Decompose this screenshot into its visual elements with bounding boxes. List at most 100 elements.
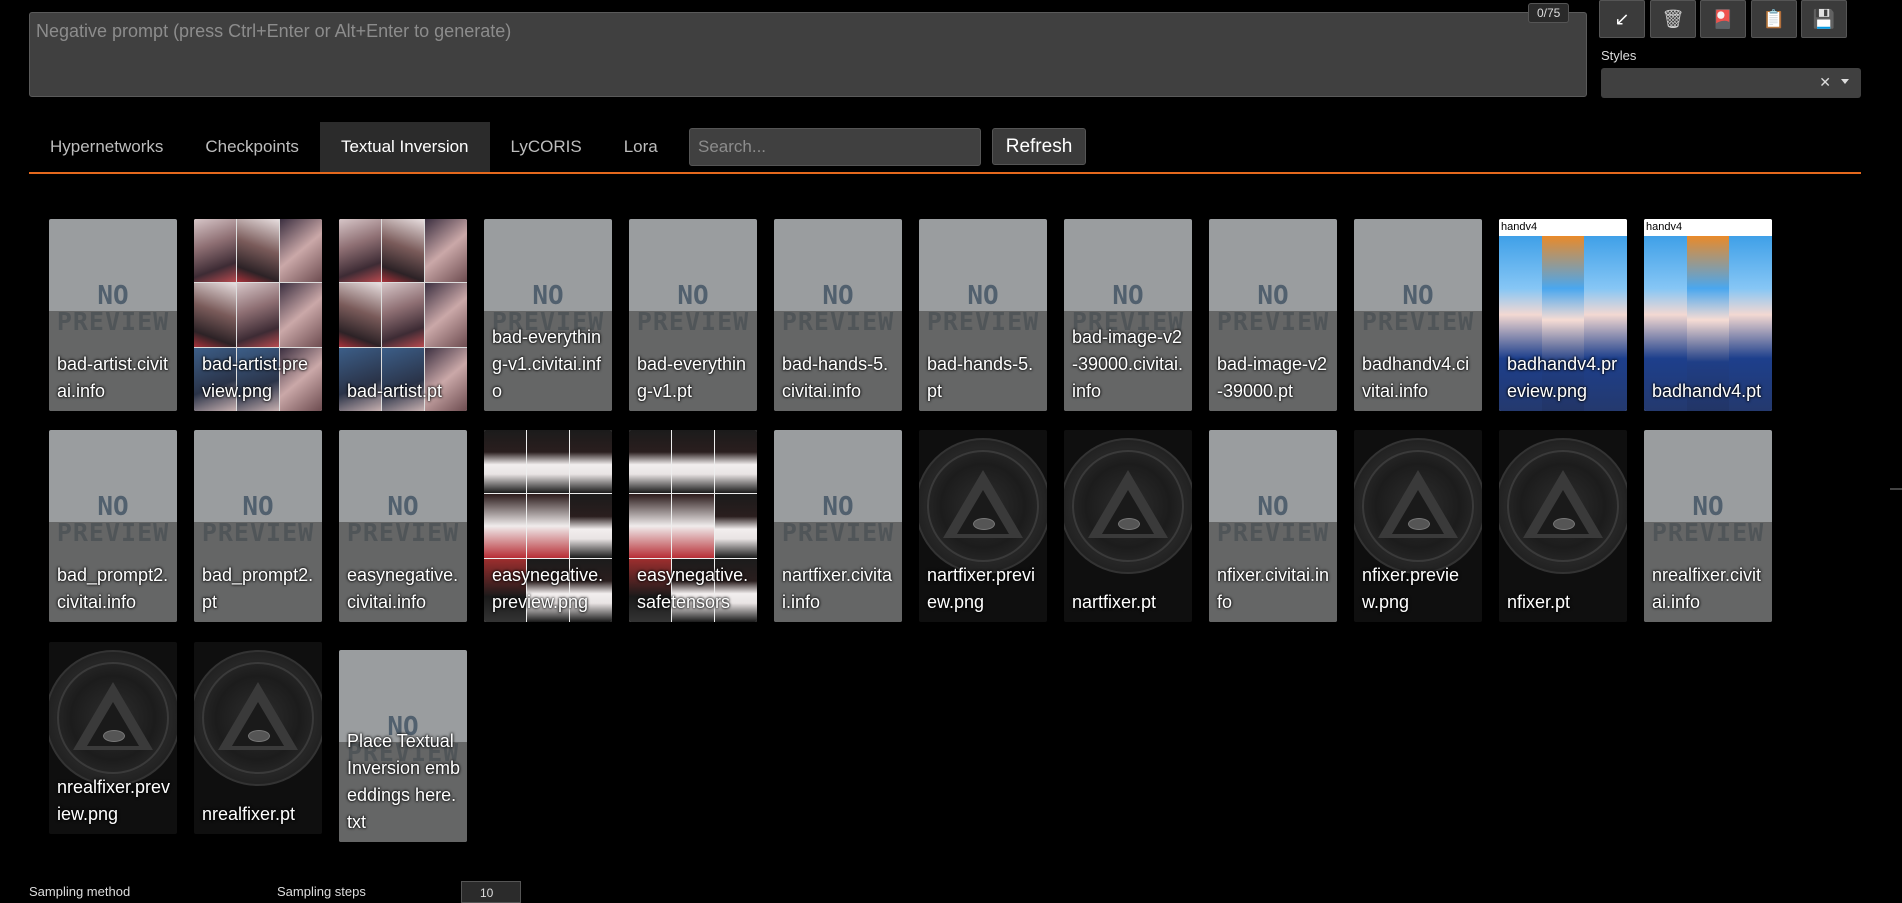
card-name: badhandv4.pt <box>1652 381 1762 401</box>
card-name: bad-everything-v1.pt <box>637 354 747 401</box>
card-name: bad-image-v2-39000.civitai.info <box>1072 327 1184 401</box>
trash-icon: 🗑 <box>1661 8 1685 29</box>
card-name: bad-everything-v1.civitai.info <box>492 327 602 401</box>
card-name: nartfixer.preview.png <box>927 565 1036 612</box>
tab-divider <box>29 172 1861 174</box>
card-name: nfixer.preview.png <box>1362 565 1460 612</box>
red-card-button[interactable]: 🎴 <box>1700 0 1746 38</box>
no-preview-line1: NO <box>1112 281 1144 311</box>
card-name: nrealfixer.civitai.info <box>1652 565 1762 612</box>
embedding-card[interactable]: NOPREVIEWbadhandv4.civitai.info <box>1354 219 1482 411</box>
embedding-card[interactable]: NOPREVIEWPlace Textual Inversion embeddi… <box>339 650 467 842</box>
embedding-card[interactable]: NOPREVIEWbad-hands-5.civitai.info <box>774 219 902 411</box>
embedding-card[interactable]: NOPREVIEWbad-image-v2-39000.civitai.info <box>1064 219 1192 411</box>
embedding-card[interactable]: nartfixer.pt <box>1064 430 1192 622</box>
negative-prompt-input[interactable] <box>30 13 1586 96</box>
no-preview-line1: NO <box>97 281 129 311</box>
refresh-button[interactable]: Refresh <box>992 128 1086 165</box>
no-preview-line1: NO <box>967 281 999 311</box>
card-name: nartfixer.civitai.info <box>782 565 893 612</box>
styles-label: Styles <box>1601 48 1637 63</box>
embedding-card[interactable]: nrealfixer.preview.png <box>49 642 177 834</box>
no-preview-line1: NO <box>242 492 274 522</box>
embedding-card[interactable]: NOPREVIEWeasynegative.civitai.info <box>339 430 467 622</box>
no-preview-line1: NO <box>97 492 129 522</box>
tab-textual-inversion[interactable]: Textual Inversion <box>319 122 490 172</box>
card-name: bad-image-v2-39000.pt <box>1217 354 1328 401</box>
embedding-card[interactable]: NOPREVIEWbad_prompt2.civitai.info <box>49 430 177 622</box>
sampling-steps-label: Sampling steps <box>277 884 366 899</box>
card-name: nfixer.pt <box>1507 592 1571 612</box>
no-preview-line1: NO <box>1402 281 1434 311</box>
save-button[interactable]: 💾 <box>1801 0 1847 38</box>
embedding-card[interactable]: nfixer.pt <box>1499 430 1627 622</box>
embedding-card[interactable]: NOPREVIEWnartfixer.civitai.info <box>774 430 902 622</box>
embedding-card[interactable]: handv4 badhandv4.preview.png <box>1499 219 1627 411</box>
embedding-card[interactable]: NOPREVIEWnrealfixer.civitai.info <box>1644 430 1772 622</box>
clear-styles-icon[interactable]: ✕ <box>1819 74 1831 91</box>
embedding-card[interactable]: NOPREVIEWnfixer.civitai.info <box>1209 430 1337 622</box>
seal-thumbnail <box>1499 438 1627 574</box>
restore-arrow-icon: ↙ <box>1614 8 1630 29</box>
card-name: nrealfixer.preview.png <box>57 777 171 824</box>
styles-dropdown[interactable]: ✕ <box>1601 68 1861 98</box>
trash-button[interactable]: 🗑 <box>1650 0 1696 38</box>
card-name: badhandv4.preview.png <box>1507 354 1618 401</box>
embedding-card[interactable]: NOPREVIEWbad_prompt2.pt <box>194 430 322 622</box>
thumbnail-caption: handv4 <box>1644 219 1772 236</box>
clipboard-icon: 📋 <box>1762 8 1786 29</box>
card-name: nfixer.civitai.info <box>1217 565 1330 612</box>
card-name: badhandv4.civitai.info <box>1362 354 1470 401</box>
sampling-method-label: Sampling method <box>29 884 131 899</box>
seal-thumbnail <box>1064 438 1192 574</box>
tab-checkpoints[interactable]: Checkpoints <box>184 122 320 172</box>
seal-thumbnail <box>49 650 177 786</box>
card-name: Place Textual Inversion embeddings here.… <box>347 731 461 832</box>
token-counter: 0/75 <box>1528 3 1570 23</box>
embedding-card[interactable]: NOPREVIEWbad-everything-v1.pt <box>629 219 757 411</box>
tab-hypernetworks[interactable]: Hypernetworks <box>29 122 184 172</box>
search-input[interactable] <box>689 128 981 166</box>
embedding-card[interactable]: NOPREVIEWbad-hands-5.pt <box>919 219 1047 411</box>
card-name: bad-artist.civitai.info <box>57 354 169 401</box>
save-icon: 💾 <box>1812 8 1836 29</box>
seal-thumbnail <box>919 438 1047 574</box>
embedding-card[interactable]: bad-artist.pt <box>339 219 467 411</box>
embedding-card[interactable]: bad-artist.preview.png <box>194 219 322 411</box>
red-card-icon: 🎴 <box>1711 8 1735 29</box>
no-preview-line1: NO <box>1257 492 1289 522</box>
restore-arrow-button[interactable]: ↙ <box>1599 0 1645 38</box>
chevron-down-icon[interactable] <box>1841 79 1849 84</box>
no-preview-line1: NO <box>822 281 854 311</box>
embedding-card[interactable]: easynegative.preview.png <box>484 430 612 622</box>
thumbnail-caption: handv4 <box>1499 219 1627 236</box>
card-name: bad_prompt2.civitai.info <box>57 565 169 612</box>
embedding-card[interactable]: NOPREVIEWbad-image-v2-39000.pt <box>1209 219 1337 411</box>
card-name: nartfixer.pt <box>1072 592 1157 612</box>
tab-lora[interactable]: Lora <box>603 122 679 172</box>
no-preview-line1: NO <box>677 281 709 311</box>
tab-lycoris[interactable]: LyCORIS <box>490 122 603 172</box>
scrollbar-marker[interactable] <box>1890 488 1902 490</box>
card-name: bad_prompt2.pt <box>202 565 314 612</box>
no-preview-line1: NO <box>387 492 419 522</box>
embedding-card[interactable]: easynegative.safetensors <box>629 430 757 622</box>
no-preview-line1: NO <box>1257 281 1289 311</box>
embedding-card[interactable]: NOPREVIEWbad-everything-v1.civitai.info <box>484 219 612 411</box>
seal-thumbnail <box>194 650 322 786</box>
card-name: easynegative.civitai.info <box>347 565 459 612</box>
embedding-card[interactable]: nfixer.preview.png <box>1354 430 1482 622</box>
embedding-card[interactable]: nartfixer.preview.png <box>919 430 1047 622</box>
embedding-card[interactable]: handv4 badhandv4.pt <box>1644 219 1772 411</box>
card-name: easynegative.safetensors <box>637 565 749 612</box>
clipboard-button[interactable]: 📋 <box>1751 0 1797 38</box>
embedding-card[interactable]: NOPREVIEWbad-artist.civitai.info <box>49 219 177 411</box>
seal-thumbnail <box>1354 438 1482 574</box>
card-name: nrealfixer.pt <box>202 804 296 824</box>
no-preview-line1: NO <box>1692 492 1724 522</box>
embedding-card[interactable]: nrealfixer.pt <box>194 642 322 834</box>
card-name: bad-hands-5.pt <box>927 354 1034 401</box>
no-preview-line1: NO <box>532 281 564 311</box>
card-name: easynegative.preview.png <box>492 565 604 612</box>
card-name: bad-artist.pt <box>347 381 443 401</box>
